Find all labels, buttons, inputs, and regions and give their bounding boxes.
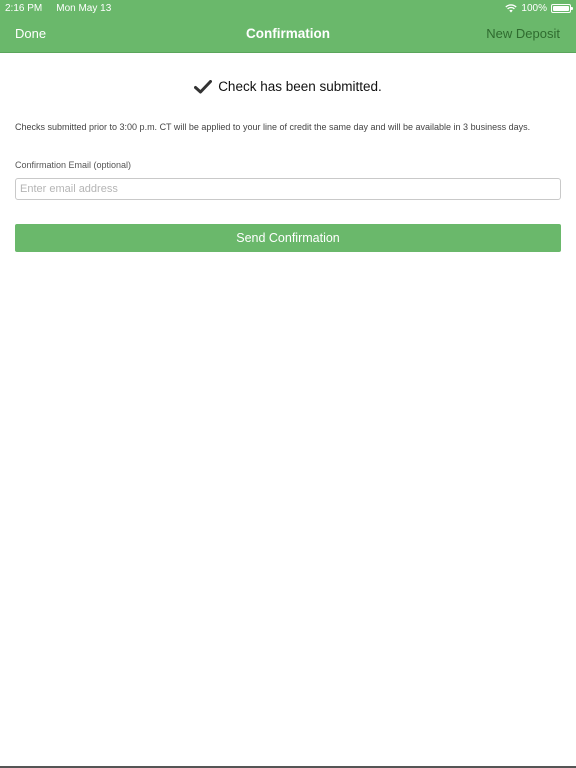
- status-date: Mon May 13: [56, 2, 112, 14]
- done-button[interactable]: Done: [15, 26, 46, 41]
- send-confirmation-button[interactable]: Send Confirmation: [15, 224, 561, 252]
- success-text: Check has been submitted.: [218, 79, 382, 94]
- nav-bar: Done Confirmation New Deposit: [0, 16, 576, 53]
- new-deposit-button[interactable]: New Deposit: [486, 26, 560, 41]
- status-bar: 2:16 PM Mon May 13 100%: [0, 0, 576, 16]
- battery-percent: 100%: [521, 2, 547, 14]
- battery-icon: [551, 3, 573, 13]
- status-right: 100%: [505, 2, 573, 14]
- checkmark-icon: [194, 79, 213, 93]
- wifi-icon: [505, 4, 518, 13]
- status-time: 2:16 PM: [5, 2, 43, 14]
- success-message: Check has been submitted.: [0, 79, 576, 94]
- info-text: Checks submitted prior to 3:00 p.m. CT w…: [15, 122, 531, 132]
- email-input[interactable]: [15, 178, 561, 200]
- email-label: Confirmation Email (optional): [15, 160, 132, 170]
